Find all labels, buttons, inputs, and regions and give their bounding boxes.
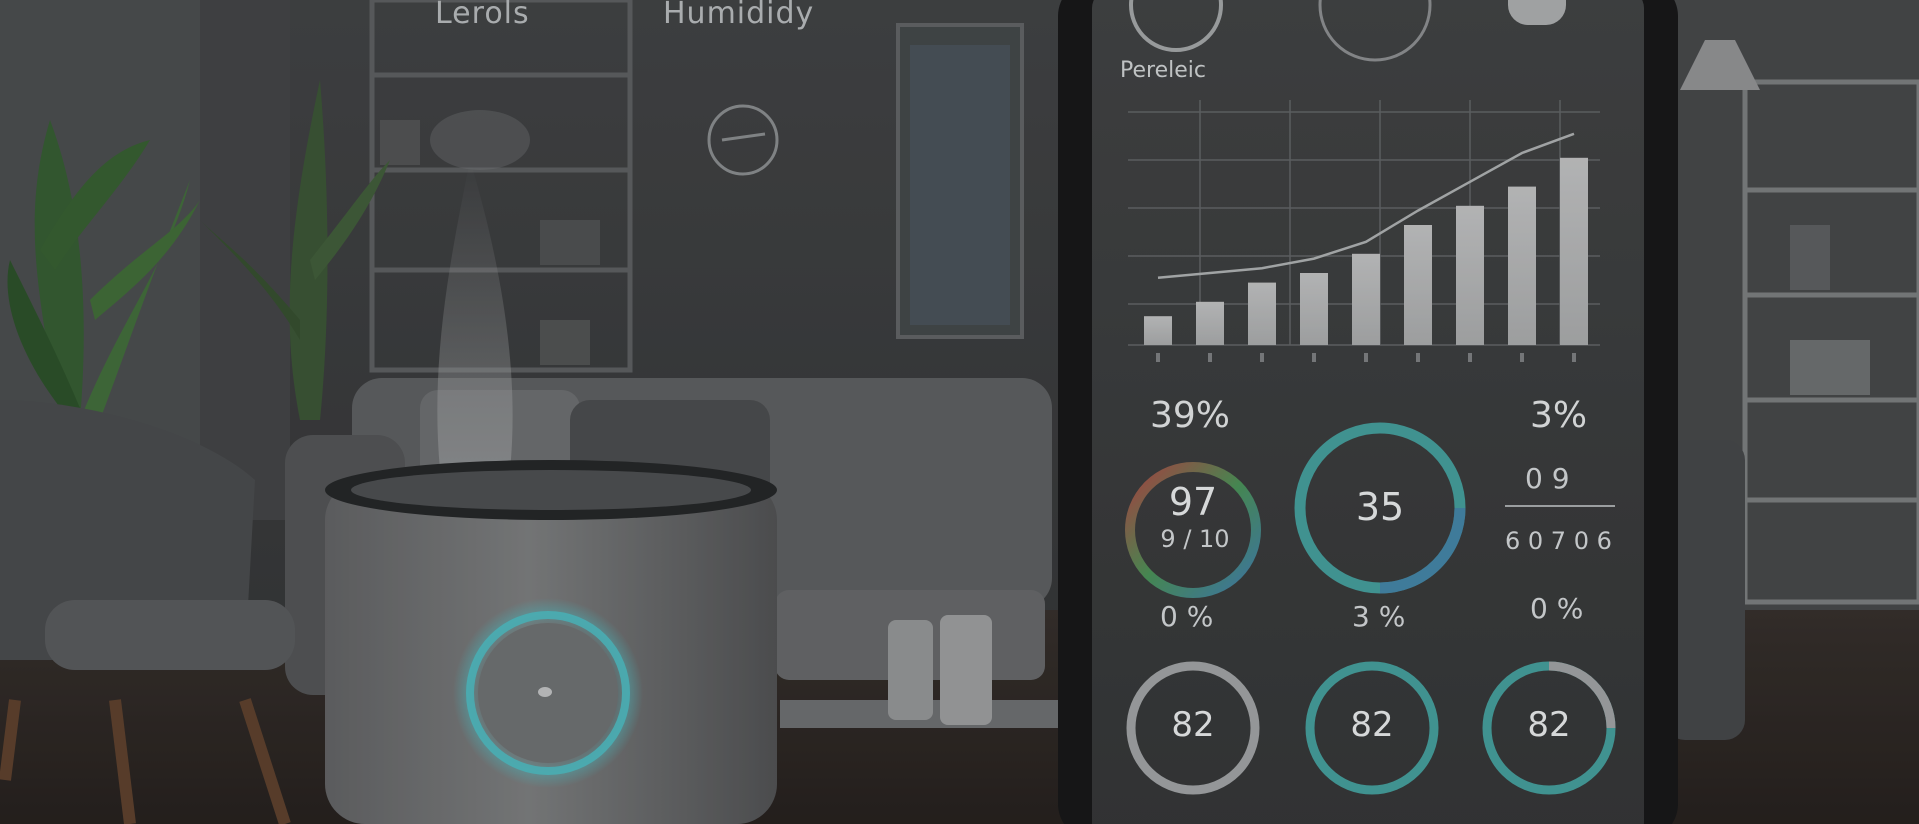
gauge-2-value: 82 bbox=[1350, 705, 1394, 745]
right-divider bbox=[1505, 505, 1615, 507]
overlay-label-left: Lerols bbox=[435, 0, 530, 31]
stat-left-percent: 39% bbox=[1150, 395, 1231, 436]
row-percent-3: 0 % bbox=[1530, 592, 1584, 625]
row-percent-1: 0 % bbox=[1160, 600, 1214, 633]
overlay-label-right: Humididy bbox=[663, 0, 815, 31]
ring-left-subtext: 9 / 10 bbox=[1160, 525, 1230, 553]
right-subtext: 6 0 7 0 6 bbox=[1505, 527, 1612, 555]
row-percent-2: 3 % bbox=[1352, 600, 1406, 633]
right-value: 0 9 bbox=[1525, 462, 1570, 495]
chart-title: Pereleic bbox=[1120, 58, 1206, 83]
gauge-3-value: 82 bbox=[1527, 705, 1571, 745]
gauge-1-value: 82 bbox=[1171, 705, 1215, 745]
ring-left-value: 97 bbox=[1168, 480, 1218, 524]
photo-scene: Lerols Humididy Pereleic 39% 3% 97 9 / 1… bbox=[0, 0, 1919, 824]
stat-right-percent: 3% bbox=[1530, 395, 1588, 436]
dim-overlay bbox=[0, 0, 1919, 824]
ring-center-value: 35 bbox=[1355, 485, 1405, 529]
living-room-photo bbox=[0, 0, 1919, 824]
